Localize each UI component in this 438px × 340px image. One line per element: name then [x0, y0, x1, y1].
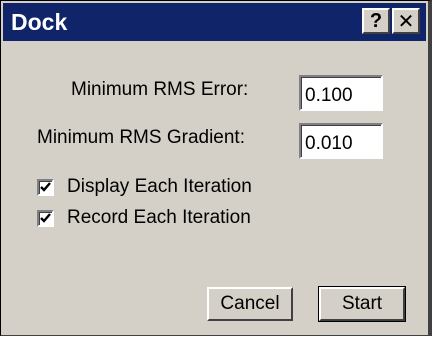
close-icon: ✕ — [397, 10, 415, 33]
cancel-button[interactable]: Cancel — [207, 287, 293, 321]
start-button-label: Start — [341, 293, 383, 314]
title-bar[interactable]: Dock ? ✕ — [3, 3, 426, 41]
rms-gradient-label: Minimum RMS Gradient: — [37, 127, 245, 148]
checkmark-icon — [40, 213, 51, 223]
rms-error-label: Minimum RMS Error: — [71, 79, 249, 100]
close-button[interactable]: ✕ — [392, 8, 420, 34]
display-each-checkbox[interactable] — [37, 179, 54, 196]
cancel-button-label: Cancel — [220, 293, 280, 314]
start-button[interactable]: Start — [318, 286, 406, 322]
record-each-label[interactable]: Record Each Iteration — [67, 207, 251, 229]
rms-error-input[interactable] — [299, 75, 383, 111]
dialog-title: Dock — [11, 9, 68, 35]
record-each-checkbox[interactable] — [37, 210, 54, 227]
display-each-label[interactable]: Display Each Iteration — [67, 176, 252, 198]
dock-dialog: Dock ? ✕ Minimum RMS Error: Minimum RMS … — [0, 0, 432, 336]
help-button[interactable]: ? — [362, 8, 390, 34]
rms-gradient-input[interactable] — [299, 123, 383, 159]
help-icon: ? — [369, 9, 383, 32]
checkmark-icon — [40, 182, 51, 192]
